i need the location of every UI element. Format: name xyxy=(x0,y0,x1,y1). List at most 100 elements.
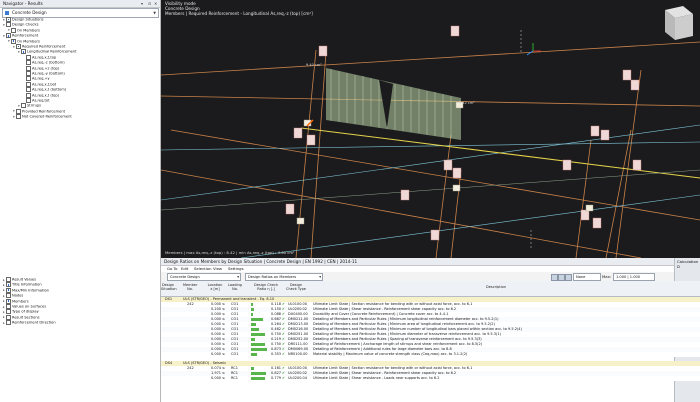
tree-item-label: As,req,x,t,top xyxy=(32,55,57,60)
checkbox[interactable] xyxy=(26,54,31,60)
tree-item[interactable]: ▾ Required Reinforcement xyxy=(13,44,65,49)
addon-select[interactable]: Concrete Design ▾ xyxy=(167,273,241,281)
tree-item[interactable]: As,req,+y xyxy=(23,76,50,82)
checkbox[interactable] xyxy=(26,65,31,71)
display-tree-item[interactable]: ▸ Result Sections xyxy=(3,314,39,320)
tree-item[interactable]: As,req,-y (bottom) xyxy=(23,71,65,76)
display-tree-item[interactable]: ▸ Members xyxy=(3,298,29,304)
calculation-panel-title: Calculation D xyxy=(677,259,699,269)
filter-icon[interactable] xyxy=(565,274,572,281)
display-tree-item[interactable]: ▸ Type of display xyxy=(3,309,39,315)
model-graphics[interactable]: 9.40 cm² 8.42 cm² xyxy=(161,0,700,258)
value-label-max: 9.40 cm² xyxy=(306,63,322,67)
checkbox[interactable] xyxy=(6,287,11,293)
checkbox[interactable] xyxy=(21,49,26,55)
table-row[interactable]: 0.000 ≤ CO1 0.353 ✔ NR0100.00 Material stabili… xyxy=(161,352,700,357)
header-description: Description xyxy=(486,285,506,289)
checkbox[interactable] xyxy=(6,17,11,22)
tree-item-label: Design Checks xyxy=(12,22,39,27)
checkbox[interactable] xyxy=(6,33,11,39)
tree-item[interactable]: ▾ Not Covered Reinforcement xyxy=(13,114,72,120)
tree-item[interactable]: ▾ On Members xyxy=(8,27,40,33)
tree-item[interactable]: As,req,+z (top) xyxy=(23,65,59,71)
max-value: 1.000 | 1.000 xyxy=(616,275,641,279)
display-tree-item[interactable]: ▸ Result Values xyxy=(3,277,36,282)
description: Material stability | Maximum value of co… xyxy=(313,352,468,356)
display-tree-item[interactable]: ▸ Max/Min Information xyxy=(3,287,49,293)
checkbox[interactable] xyxy=(16,44,21,49)
checkbox[interactable] xyxy=(21,103,26,109)
tree-item[interactable]: ▾ On Members xyxy=(8,38,40,44)
checkbox[interactable] xyxy=(6,277,11,282)
tree-item[interactable]: ▾ Design Checks xyxy=(3,22,39,28)
display-tree-item-label: Reinforcement Direction xyxy=(12,320,56,325)
tree-item-label: Stirrups xyxy=(27,103,42,108)
checkbox[interactable] xyxy=(26,81,31,87)
filter-select[interactable]: None xyxy=(573,273,601,281)
tree-item[interactable]: ▾ Design Situations xyxy=(3,17,43,22)
previous-icon[interactable] xyxy=(551,274,558,281)
display-tree-item[interactable]: ▸ Values on Surfaces xyxy=(3,304,46,309)
3d-viewport[interactable]: 9.40 cm² 8.42 cm² xyxy=(161,0,700,258)
tree-item[interactable]: As,req,x,t (top) xyxy=(23,92,59,98)
display-tree-item-label: Type of display xyxy=(12,309,39,314)
view-cube[interactable] xyxy=(665,6,693,40)
checkbox[interactable] xyxy=(26,60,31,66)
result-table-select[interactable]: Design Ratios on Members ▾ xyxy=(245,273,323,281)
display-tree-item[interactable]: ▸ Title Information xyxy=(3,282,42,288)
value-label-min: 8.42 cm² xyxy=(459,101,475,105)
checkbox[interactable] xyxy=(6,304,11,309)
concrete-design-icon xyxy=(5,11,9,15)
dock-icon[interactable]: ⊡ xyxy=(148,0,151,7)
ratio-bar xyxy=(251,333,265,336)
tree-item[interactable]: ▾ Reinforcement xyxy=(3,33,38,39)
next-icon[interactable] xyxy=(558,274,565,281)
table-title: Design Ratios on Members by Design Situa… xyxy=(164,259,358,264)
pin-icon[interactable]: ▾ xyxy=(141,0,143,7)
chevron-down-icon[interactable]: ▼ xyxy=(153,9,156,17)
checkbox[interactable] xyxy=(26,71,31,76)
tree-item[interactable]: As,req,x,t (bottom) xyxy=(23,87,66,93)
ratio-bar xyxy=(251,323,256,326)
max-value-field[interactable]: 1.000 | 1.000 xyxy=(613,273,655,281)
checkbox[interactable] xyxy=(6,22,11,28)
tree-item-label: Not Covered Reinforcement xyxy=(22,114,72,119)
checkbox[interactable] xyxy=(26,76,31,82)
checkbox[interactable] xyxy=(6,298,11,304)
display-tree-item-label: Result Values xyxy=(12,277,36,282)
checkbox[interactable] xyxy=(26,92,31,98)
tree-item[interactable]: As,req,x,t,bot xyxy=(23,81,56,87)
tree-item[interactable]: As,req,x,t,top xyxy=(23,54,57,60)
result-type-label: Members | Required Reinforcement - Longi… xyxy=(165,11,313,17)
viewport-status: Members | max As,req,-z (top) : 8.42 | m… xyxy=(165,250,295,255)
tree-item[interactable]: As,req,tot xyxy=(23,98,50,103)
checkbox[interactable] xyxy=(26,87,31,93)
ratio-bar xyxy=(251,303,254,306)
ratio-bar xyxy=(251,367,254,370)
tree-item[interactable]: As,req,-z (bottom) xyxy=(23,60,65,66)
close-icon[interactable]: ✕ xyxy=(154,0,157,7)
ratio: 0.353 xyxy=(271,352,282,356)
checkbox[interactable] xyxy=(6,293,11,299)
checkbox[interactable] xyxy=(11,38,16,44)
checkbox[interactable] xyxy=(6,314,11,320)
table-row[interactable]: 0.000 ≤ RC1 0.779 ✔ UL0200.04 Ultimate Limit S… xyxy=(161,376,700,381)
display-tree-item[interactable]: ▸ Reinforcement Direction xyxy=(3,320,56,326)
checkbox[interactable] xyxy=(16,108,21,114)
tree-item-label: On Members xyxy=(17,39,40,44)
checkbox[interactable] xyxy=(6,320,11,326)
checkbox[interactable] xyxy=(6,309,11,315)
display-tree-item[interactable]: ▸ Nodes xyxy=(3,293,23,299)
tree-item[interactable]: ▾ Longitudinal Reinforcement xyxy=(18,49,77,55)
checkbox[interactable] xyxy=(6,282,11,288)
addon-select-label: Concrete Design xyxy=(170,275,200,279)
ratio: 0.779 xyxy=(271,376,282,380)
header-location: Location x [m] xyxy=(207,283,223,292)
viewport-info: Visibility mode Concrete Design Members … xyxy=(165,1,313,17)
checkbox[interactable] xyxy=(26,98,31,103)
tree-item[interactable]: ▾ Provided Reinforcement xyxy=(13,108,65,114)
tree-item-label: Required Reinforcement xyxy=(22,44,66,49)
checkbox[interactable] xyxy=(11,27,16,33)
tree-item[interactable]: ▾ Stirrups xyxy=(18,103,42,109)
checkbox[interactable] xyxy=(16,114,21,120)
